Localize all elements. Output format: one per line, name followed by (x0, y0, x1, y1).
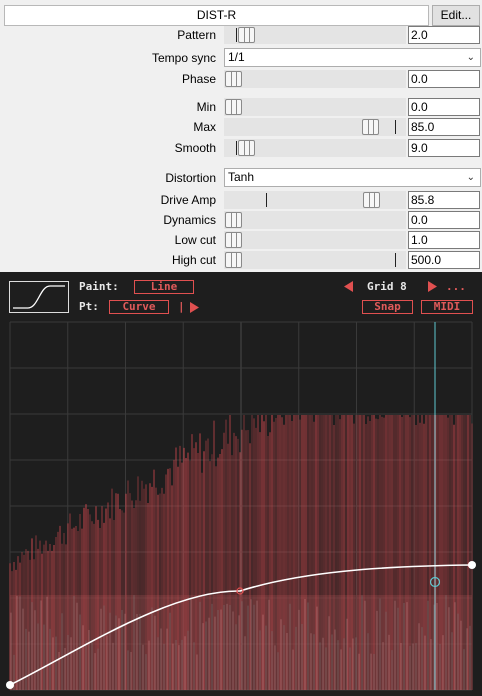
dynamics-value[interactable]: 0.0 (408, 211, 480, 229)
high-cut-slider[interactable] (224, 251, 406, 269)
distortion-label: Distortion (165, 171, 216, 185)
tempo-sync-select[interactable]: 1/1 ⌄ (224, 48, 481, 67)
smooth-value[interactable]: 9.0 (408, 139, 480, 157)
chevron-down-icon: ⌄ (466, 52, 475, 63)
paint-mode-button[interactable]: Line (134, 280, 194, 294)
max-label: Max (193, 120, 216, 134)
drive-amp-value[interactable]: 85.8 (408, 191, 480, 209)
drive-amp-slider[interactable] (224, 191, 406, 209)
edit-button[interactable]: Edit... (432, 5, 480, 26)
drive-amp-thumb[interactable] (363, 192, 380, 208)
point-label: Pt: (79, 300, 99, 313)
dynamics-label: Dynamics (163, 213, 216, 227)
max-slider[interactable] (224, 118, 406, 136)
triangle-right-icon[interactable] (427, 281, 438, 292)
dynamics-slider[interactable] (224, 211, 406, 229)
waveform-graph[interactable] (0, 320, 482, 696)
high-cut-value[interactable]: 500.0 (408, 251, 480, 269)
midi-button[interactable]: MIDI (421, 300, 473, 314)
min-slider[interactable] (224, 98, 406, 116)
shape-preview[interactable] (9, 281, 69, 313)
min-value[interactable]: 0.0 (408, 98, 480, 116)
min-label: Min (196, 100, 216, 114)
tempo-sync-label: Tempo sync (151, 51, 216, 65)
max-thumb[interactable] (362, 119, 379, 135)
smooth-slider[interactable] (224, 139, 406, 157)
plugin-title: DIST-R (4, 5, 429, 26)
pattern-label: Pattern (177, 28, 216, 42)
curve-point-end[interactable] (468, 561, 476, 569)
chevron-down-icon: ⌄ (466, 172, 475, 183)
curve-point-start[interactable] (6, 681, 14, 689)
triangle-left-icon[interactable] (343, 281, 354, 292)
max-tick (395, 120, 396, 134)
drive-amp-tick (266, 193, 267, 207)
high-cut-tick (395, 253, 396, 267)
low-cut-thumb[interactable] (225, 232, 242, 248)
grid-label: Grid 8 (367, 280, 407, 293)
dynamics-thumb[interactable] (225, 212, 242, 228)
paint-label: Paint: (79, 280, 119, 293)
pattern-slider[interactable] (224, 26, 406, 44)
distortion-value: Tanh (228, 170, 255, 184)
smooth-thumb[interactable] (238, 140, 255, 156)
curve-preview-icon (13, 285, 65, 309)
waveform-editor: Paint: Line Pt: Curve | Grid 8 ... Snap … (0, 272, 482, 696)
tempo-sync-value: 1/1 (228, 50, 245, 64)
play-icon[interactable] (189, 302, 200, 313)
more-menu-button[interactable]: ... (446, 280, 466, 293)
pattern-value[interactable]: 2.0 (408, 26, 480, 44)
high-cut-thumb[interactable] (225, 252, 242, 268)
pattern-tick (236, 28, 237, 42)
distortion-select[interactable]: Tanh ⌄ (224, 168, 481, 187)
max-value[interactable]: 85.0 (408, 118, 480, 136)
drive-amp-label: Drive Amp (160, 193, 216, 207)
snap-button[interactable]: Snap (362, 300, 413, 314)
phase-thumb[interactable] (225, 71, 242, 87)
toolbar-separator: | (178, 300, 185, 313)
phase-value[interactable]: 0.0 (408, 70, 480, 88)
high-cut-label: High cut (171, 253, 216, 267)
phase-label: Phase (181, 72, 216, 86)
low-cut-value[interactable]: 1.0 (408, 231, 480, 249)
pattern-thumb[interactable] (238, 27, 255, 43)
smooth-label: Smooth (174, 141, 216, 155)
phase-slider[interactable] (224, 70, 406, 88)
low-cut-label: Low cut (174, 233, 216, 247)
point-mode-button[interactable]: Curve (109, 300, 169, 314)
min-thumb[interactable] (225, 99, 242, 115)
smooth-tick (236, 141, 237, 155)
low-cut-slider[interactable] (224, 231, 406, 249)
parameter-panel: DIST-R Edit... Pattern 2.0 Tempo sync 1/… (0, 0, 482, 272)
